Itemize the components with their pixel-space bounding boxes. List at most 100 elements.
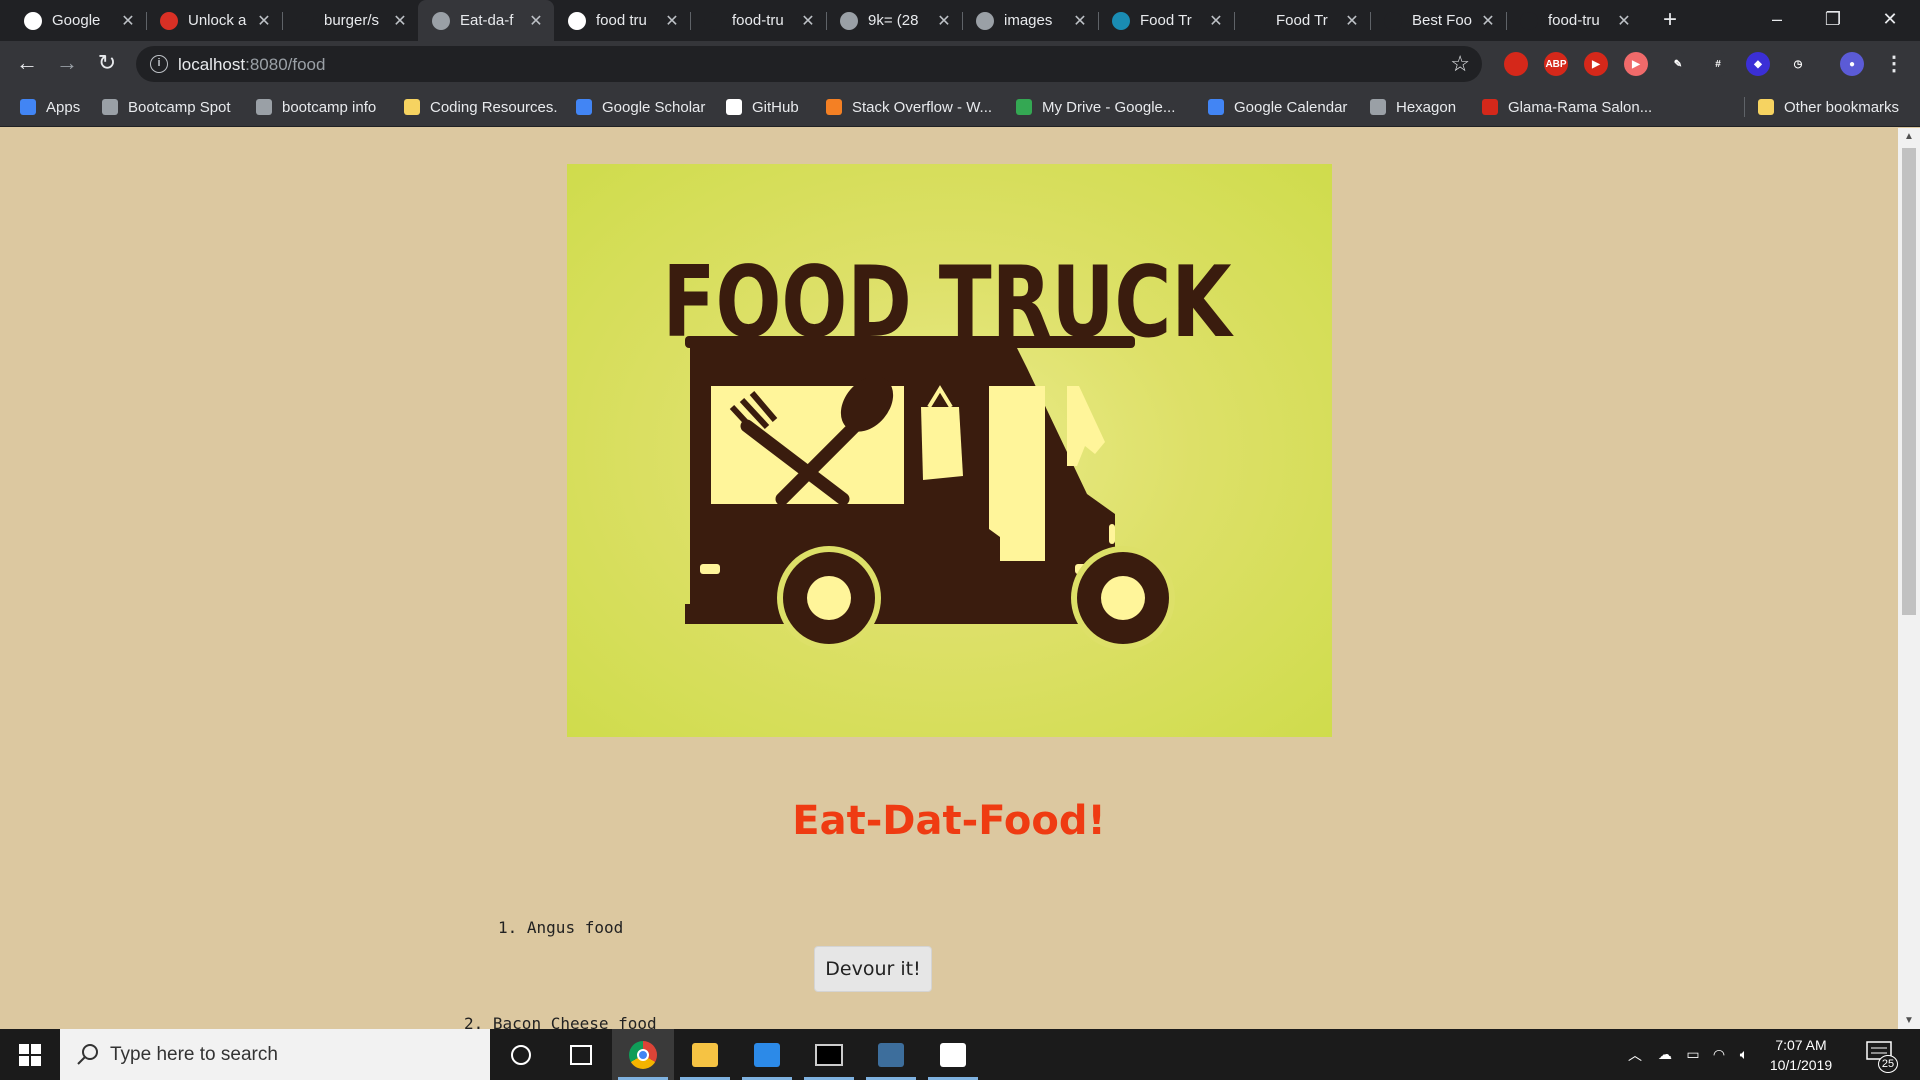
bookmark-label: Apps (46, 98, 81, 116)
task-view-icon[interactable] (550, 1029, 612, 1080)
tab-close-icon[interactable]: ✕ (800, 11, 816, 31)
cortana-icon[interactable] (490, 1029, 552, 1080)
taskbar-search-input[interactable]: Type here to search (60, 1029, 490, 1080)
bookmark-item[interactable]: Stack Overflow - W... (826, 97, 992, 117)
bag-icon (921, 407, 963, 480)
browser-toolbar: ← → ↻ i localhost:8080/food ☆ ABP ▶ ▶ ✎ # ◆ ◷ ●… (0, 41, 1920, 87)
close-window-button[interactable]: ✕ (1862, 0, 1918, 41)
tab-close-icon[interactable]: ✕ (1072, 11, 1088, 31)
bookmark-star-icon[interactable]: ☆ (1450, 51, 1470, 77)
tab-close-icon[interactable]: ✕ (392, 11, 408, 31)
bookmarks-divider (1744, 97, 1745, 117)
tab-close-icon[interactable]: ✕ (528, 11, 544, 31)
minimize-button[interactable]: – (1749, 0, 1805, 41)
devour-button[interactable]: Devour it! (814, 946, 932, 992)
truck-front-wheel (1071, 546, 1175, 650)
forward-button[interactable]: → (53, 50, 81, 78)
screencast-icon[interactable]: ▶ (1624, 52, 1648, 76)
site-info-icon[interactable]: i (150, 55, 168, 73)
tab-title: images (1004, 12, 1053, 29)
address-bar[interactable]: i localhost:8080/food ☆ (136, 46, 1482, 82)
back-button[interactable]: ← (13, 50, 41, 78)
start-button[interactable] (0, 1029, 60, 1080)
eyedropper-icon[interactable]: ✎ (1666, 52, 1690, 76)
bookmark-item[interactable]: Google Scholar (576, 97, 705, 117)
bookmark-item[interactable]: Coding Resources. (404, 97, 558, 117)
browser-tab[interactable]: Best Foo ✕ (1370, 0, 1506, 41)
ublock-icon[interactable] (1504, 52, 1528, 76)
globe-icon (102, 99, 118, 115)
other-bookmarks[interactable]: Other bookmarks (1758, 97, 1899, 117)
food-number: 1. (498, 918, 518, 937)
bookmark-label: Glama-Rama Salon... (1508, 98, 1653, 116)
action-center-icon[interactable]: 25 (1866, 1041, 1898, 1073)
file-explorer-icon[interactable] (674, 1029, 736, 1080)
food-truck-hero-image: FOOD TRUCK (567, 164, 1332, 737)
browser-menu-icon[interactable]: ⋮ (1884, 51, 1904, 76)
reload-button[interactable]: ↻ (93, 50, 121, 78)
clock-ext-icon[interactable]: ◷ (1786, 52, 1810, 76)
truck-rear-light (700, 564, 720, 574)
chrome-icon[interactable] (612, 1029, 674, 1080)
food-number: 2. (464, 1014, 484, 1029)
diamond-ext-icon[interactable]: ◆ (1746, 52, 1770, 76)
gmail-icon (160, 11, 178, 30)
terminal-icon[interactable] (798, 1029, 860, 1080)
browser-tab[interactable]: Unlock a ✕ (146, 0, 282, 41)
show-hidden-icons-icon[interactable]: ︿ (1620, 1029, 1650, 1080)
new-tab-button[interactable]: + (1656, 7, 1684, 35)
browser-tab[interactable]: images ✕ (962, 0, 1098, 41)
tab-close-icon[interactable]: ✕ (1344, 11, 1360, 31)
grid-ext-icon[interactable]: # (1706, 52, 1730, 76)
windows-taskbar: Type here to search ︿ ☁ ▭ ◠ 🔈︎ 7:07 AM 1… (0, 1029, 1920, 1080)
bookmark-item[interactable]: My Drive - Google... (1016, 97, 1175, 117)
url-path: :8080/food (245, 55, 326, 74)
wifi-icon[interactable]: ◠ (1706, 1029, 1732, 1080)
page-scrollbar[interactable]: ▲ ▼ (1898, 128, 1920, 1029)
is-icon (1248, 11, 1266, 30)
abp-icon[interactable]: ABP (1544, 52, 1568, 76)
browser-tab[interactable]: 9k= (28 ✕ (826, 0, 962, 41)
browser-tab[interactable]: food tru ✕ (554, 0, 690, 41)
restore-button[interactable]: ❐ (1805, 0, 1861, 41)
address-url[interactable]: localhost:8080/food (178, 55, 325, 75)
bookmark-item[interactable]: Hexagon (1370, 97, 1456, 117)
tab-close-icon[interactable]: ✕ (256, 11, 272, 31)
bookmark-item[interactable]: bootcamp info (256, 97, 376, 117)
opera-icon (1482, 99, 1498, 115)
video-ext-icon[interactable]: ▶ (1584, 52, 1608, 76)
browser-tab[interactable]: Food Tr ✕ (1234, 0, 1370, 41)
bookmark-item[interactable]: Glama-Rama Salon... (1482, 97, 1652, 117)
volume-icon[interactable]: 🔈︎ (1732, 1029, 1756, 1080)
calendar-icon (1208, 99, 1224, 115)
taskbar-clock[interactable]: 7:07 AM 10/1/2019 (1756, 1035, 1846, 1075)
bookmark-item[interactable]: GitHub (726, 97, 799, 117)
tab-close-icon[interactable]: ✕ (1480, 11, 1496, 31)
browser-tab[interactable]: food-tru ✕ (690, 0, 826, 41)
tab-close-icon[interactable]: ✕ (1208, 11, 1224, 31)
scrollbar-thumb[interactable] (1902, 148, 1916, 615)
tab-close-icon[interactable]: ✕ (936, 11, 952, 31)
onedrive-icon[interactable]: ☁ (1650, 1029, 1680, 1080)
file-explorer-icon-glyph (692, 1042, 718, 1067)
mysql-workbench-icon[interactable] (860, 1029, 922, 1080)
bookmark-item[interactable]: Google Calendar (1208, 97, 1347, 117)
browser-tab[interactable]: Eat-da-f ✕ (418, 0, 554, 41)
photos-icon[interactable] (922, 1029, 984, 1080)
truck-roof (685, 336, 1135, 348)
browser-tab[interactable]: Google ✕ (10, 0, 146, 41)
bookmark-item[interactable]: Bootcamp Spot (102, 97, 231, 117)
browser-tab[interactable]: burger/s ✕ (282, 0, 418, 41)
browser-tab[interactable]: food-tru ✕ (1506, 0, 1642, 41)
tab-close-icon[interactable]: ✕ (120, 11, 136, 31)
terminal-icon-glyph (815, 1043, 843, 1066)
profile-icon[interactable]: ● (1840, 52, 1864, 76)
tab-close-icon[interactable]: ✕ (664, 11, 680, 31)
scroll-up-arrow-icon[interactable]: ▲ (1898, 128, 1920, 145)
vscode-icon[interactable] (736, 1029, 798, 1080)
bookmark-item[interactable]: Apps (20, 97, 80, 117)
scroll-down-arrow-icon[interactable]: ▼ (1898, 1012, 1920, 1029)
browser-tab[interactable]: Food Tr ✕ (1098, 0, 1234, 41)
battery-icon[interactable]: ▭ (1680, 1029, 1706, 1080)
tab-close-icon[interactable]: ✕ (1616, 11, 1632, 31)
